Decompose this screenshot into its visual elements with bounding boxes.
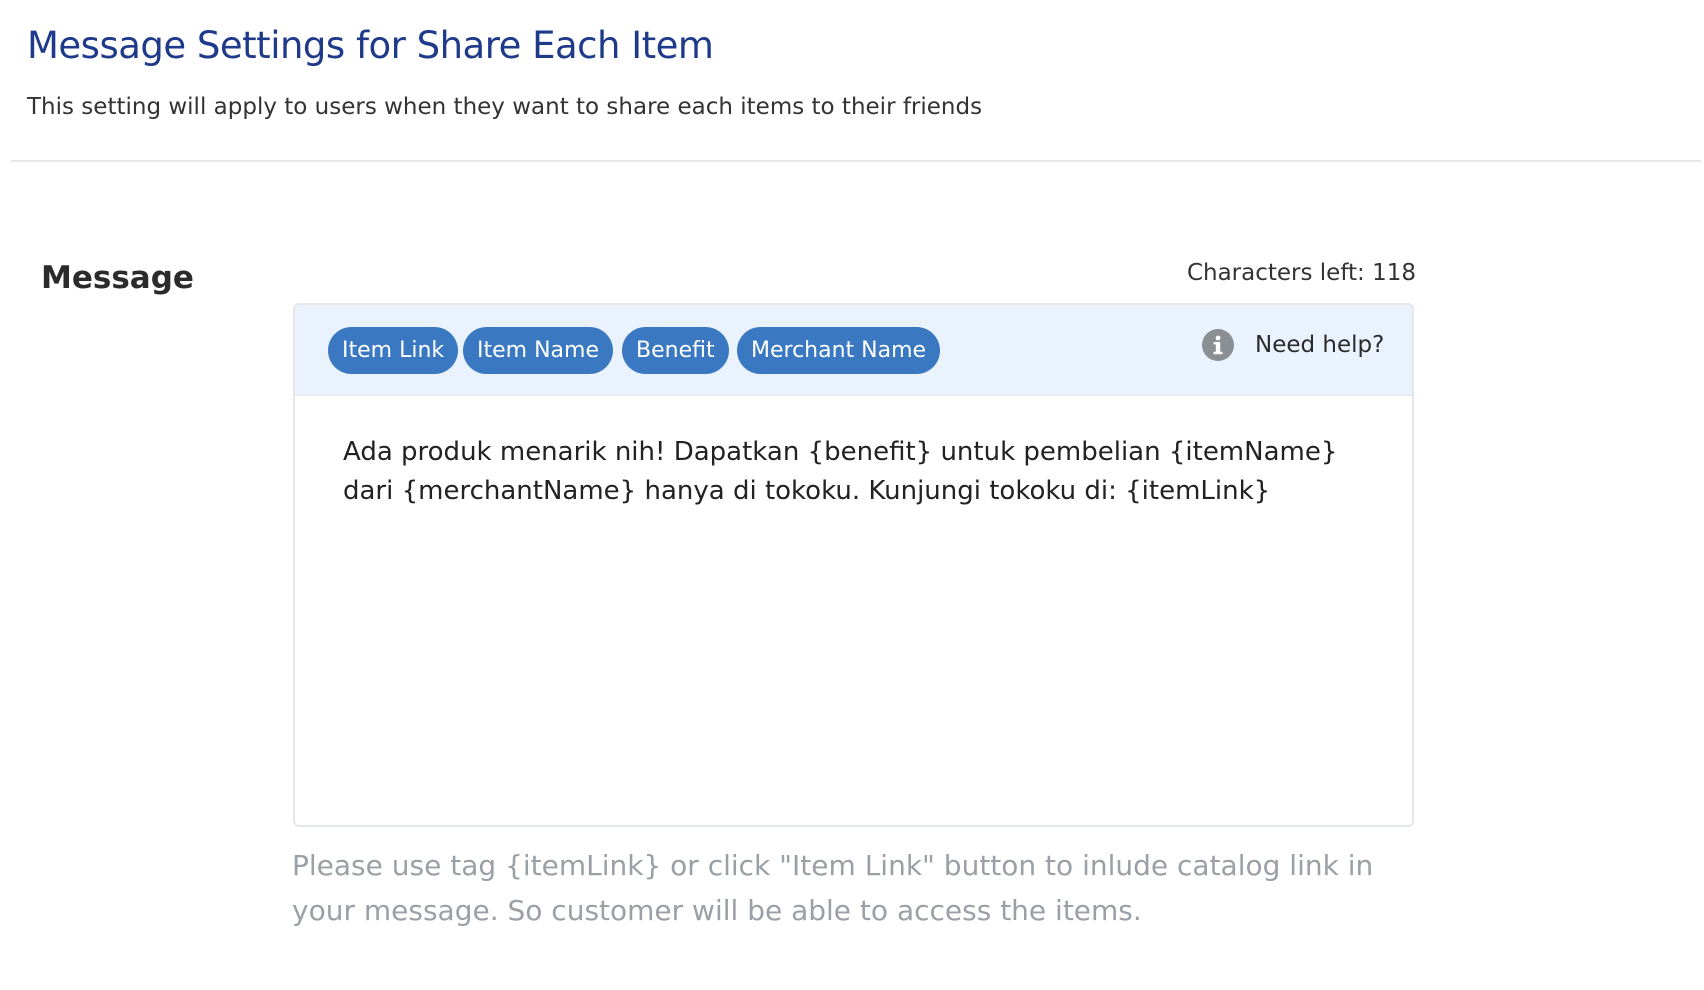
page-subtitle: This setting will apply to users when th…: [27, 94, 983, 120]
message-textarea[interactable]: Ada produk menarik nih! Dapatkan {benefi…: [343, 433, 1353, 511]
merchant-name-tag-button[interactable]: Merchant Name: [737, 327, 941, 374]
message-hint: Please use tag {itemLink} or click "Item…: [292, 849, 1374, 927]
benefit-tag-button[interactable]: Benefit: [622, 327, 729, 374]
page-header: Message Settings for Share Each Item Thi…: [0, 0, 1704, 161]
item-name-tag-button[interactable]: Item Name: [463, 327, 613, 374]
info-icon: [1201, 328, 1235, 362]
page-title: Message Settings for Share Each Item: [27, 24, 714, 67]
need-help-link[interactable]: Need help?: [1201, 325, 1384, 365]
message-editor: Item Link Item Name Benefit Merchant Nam…: [293, 303, 1414, 827]
tag-toolbar: Item Link Item Name Benefit Merchant Nam…: [295, 305, 1412, 396]
header-divider: [11, 160, 1701, 162]
characters-left-counter: Characters left: 118: [1186, 260, 1416, 286]
item-link-tag-button[interactable]: Item Link: [328, 327, 459, 374]
need-help-label: Need help?: [1255, 332, 1385, 358]
message-label: Message: [41, 260, 194, 296]
